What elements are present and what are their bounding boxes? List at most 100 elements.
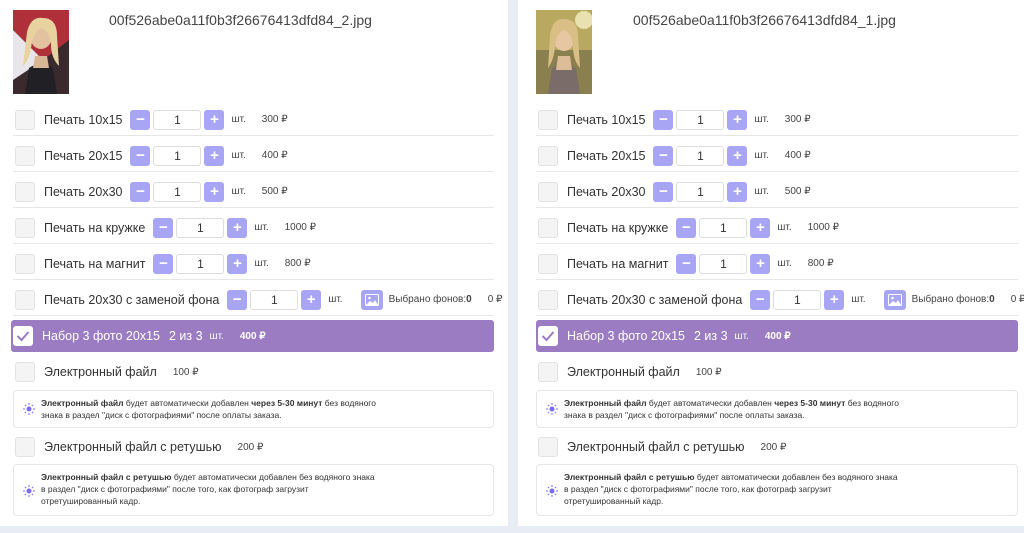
increment-button[interactable]: + bbox=[204, 109, 225, 130]
option-checkbox[interactable] bbox=[15, 145, 35, 166]
image-icon[interactable] bbox=[883, 289, 906, 310]
photo-card-2: 00f526abe0a11f0b3f26676413dfd84_1.jpg Пе… bbox=[518, 0, 1024, 526]
background-count-label: Выбрано фонов:0 bbox=[388, 294, 472, 305]
option-print-20x15[interactable]: Печать 20x15 − 1 + шт. 400 ₽ bbox=[536, 140, 1018, 172]
option-print-20x30[interactable]: Печать 20x30 − 1 + шт. 500 ₽ bbox=[536, 176, 1018, 208]
price: 800 ₽ bbox=[807, 258, 834, 269]
decrement-button[interactable]: − bbox=[153, 217, 174, 238]
photo-thumbnail[interactable] bbox=[13, 10, 69, 94]
option-electronic-file-retouch[interactable]: Электронный файл с ретушью 200 ₽ bbox=[13, 431, 494, 463]
increment-button[interactable]: + bbox=[204, 145, 225, 166]
quantity-field[interactable]: 1 bbox=[676, 145, 725, 166]
option-photo-set[interactable]: Набор 3 фото 20x15 2 из 3 шт. 400 ₽ bbox=[536, 320, 1018, 352]
decrement-button[interactable]: − bbox=[750, 289, 771, 310]
option-checkbox[interactable] bbox=[538, 109, 558, 130]
unit-label: шт. bbox=[734, 330, 749, 342]
quantity-field[interactable]: 1 bbox=[153, 145, 202, 166]
increment-button[interactable]: + bbox=[824, 289, 845, 310]
quantity-field[interactable]: 1 bbox=[699, 217, 748, 238]
quantity-field[interactable]: 1 bbox=[676, 181, 725, 202]
background-picker[interactable]: Выбрано фонов:0 bbox=[360, 289, 472, 310]
option-print-20x15[interactable]: Печать 20x15 − 1 + шт. 400 ₽ bbox=[13, 140, 494, 172]
card-header: 00f526abe0a11f0b3f26676413dfd84_1.jpg bbox=[518, 0, 1024, 102]
option-checkbox[interactable] bbox=[15, 362, 35, 382]
decrement-button[interactable]: − bbox=[653, 145, 674, 166]
option-print-20x30-background[interactable]: Печать 20x30 с заменой фона − 1 + шт. Вы… bbox=[536, 284, 1024, 316]
decrement-button[interactable]: − bbox=[130, 109, 151, 130]
check-icon bbox=[541, 331, 555, 342]
option-checkbox[interactable] bbox=[15, 181, 35, 202]
unit-label: шт. bbox=[851, 294, 866, 305]
option-print-magnet[interactable]: Печать на магнит − 1 + шт. 800 ₽ bbox=[13, 248, 494, 280]
increment-button[interactable]: + bbox=[227, 217, 248, 238]
option-checkbox[interactable] bbox=[538, 289, 558, 310]
quantity-field[interactable]: 1 bbox=[153, 109, 202, 130]
option-checkbox[interactable] bbox=[538, 181, 558, 202]
option-checkbox[interactable] bbox=[15, 109, 35, 130]
option-print-10x15[interactable]: Печать 10x15 − 1 + шт. 300 ₽ bbox=[13, 104, 494, 136]
increment-button[interactable]: + bbox=[227, 253, 248, 274]
image-icon[interactable] bbox=[360, 289, 383, 310]
option-checkbox-checked[interactable] bbox=[13, 326, 33, 346]
electronic-file-info: Электронный файл будет автоматически доб… bbox=[13, 390, 494, 428]
photo-thumbnail[interactable] bbox=[536, 10, 592, 94]
quantity-field[interactable]: 1 bbox=[250, 289, 299, 310]
unit-label: шт. bbox=[777, 258, 792, 269]
quantity-field[interactable]: 1 bbox=[773, 289, 822, 310]
option-print-mug[interactable]: Печать на кружке − 1 + шт. 1000 ₽ bbox=[13, 212, 494, 244]
decrement-button[interactable]: − bbox=[153, 253, 174, 274]
option-photo-set[interactable]: Набор 3 фото 20x15 2 из 3 шт. 400 ₽ bbox=[11, 320, 494, 352]
decrement-button[interactable]: − bbox=[676, 217, 697, 238]
file-name: 00f526abe0a11f0b3f26676413dfd84_2.jpg bbox=[109, 12, 372, 28]
option-checkbox-checked[interactable] bbox=[538, 326, 558, 346]
increment-button[interactable]: + bbox=[750, 217, 771, 238]
unit-label: шт. bbox=[231, 186, 246, 197]
option-label: Электронный файл bbox=[44, 365, 157, 379]
background-picker[interactable]: Выбрано фонов:0 bbox=[883, 289, 995, 310]
decrement-button[interactable]: − bbox=[653, 109, 674, 130]
unit-label: шт. bbox=[777, 222, 792, 233]
option-electronic-file[interactable]: Электронный файл 100 ₽ bbox=[13, 356, 494, 388]
quantity-stepper: − 1 + bbox=[130, 181, 225, 202]
option-checkbox[interactable] bbox=[15, 217, 35, 238]
increment-button[interactable]: + bbox=[727, 109, 748, 130]
option-print-magnet[interactable]: Печать на магнит − 1 + шт. 800 ₽ bbox=[536, 248, 1018, 280]
price: 1000 ₽ bbox=[284, 222, 317, 233]
quantity-stepper: − 1 + bbox=[130, 145, 225, 166]
option-checkbox[interactable] bbox=[538, 217, 558, 238]
option-electronic-file[interactable]: Электронный файл 100 ₽ bbox=[536, 356, 1018, 388]
option-print-20x30[interactable]: Печать 20x30 − 1 + шт. 500 ₽ bbox=[13, 176, 494, 208]
photo-card-1: 00f526abe0a11f0b3f26676413dfd84_2.jpg Пе… bbox=[0, 0, 508, 526]
option-electronic-file-retouch[interactable]: Электронный файл с ретушью 200 ₽ bbox=[536, 431, 1018, 463]
option-checkbox[interactable] bbox=[538, 362, 558, 382]
option-print-20x30-background[interactable]: Печать 20x30 с заменой фона − 1 + шт. Вы… bbox=[13, 284, 502, 316]
increment-button[interactable]: + bbox=[204, 181, 225, 202]
decrement-button[interactable]: − bbox=[130, 145, 151, 166]
decrement-button[interactable]: − bbox=[653, 181, 674, 202]
quantity-field[interactable]: 1 bbox=[676, 109, 725, 130]
option-checkbox[interactable] bbox=[15, 253, 35, 274]
option-checkbox[interactable] bbox=[538, 145, 558, 166]
increment-button[interactable]: + bbox=[727, 181, 748, 202]
increment-button[interactable]: + bbox=[750, 253, 771, 274]
option-print-mug[interactable]: Печать на кружке − 1 + шт. 1000 ₽ bbox=[536, 212, 1018, 244]
increment-button[interactable]: + bbox=[301, 289, 322, 310]
option-checkbox[interactable] bbox=[538, 253, 558, 274]
decrement-button[interactable]: − bbox=[676, 253, 697, 274]
option-print-10x15[interactable]: Печать 10x15 − 1 + шт. 300 ₽ bbox=[536, 104, 1018, 136]
quantity-field[interactable]: 1 bbox=[153, 181, 202, 202]
decrement-button[interactable]: − bbox=[227, 289, 248, 310]
sun-icon bbox=[23, 403, 35, 415]
unit-label: шт. bbox=[231, 150, 246, 161]
quantity-field[interactable]: 1 bbox=[176, 253, 225, 274]
quantity-field[interactable]: 1 bbox=[176, 217, 225, 238]
increment-button[interactable]: + bbox=[727, 145, 748, 166]
option-checkbox[interactable] bbox=[15, 437, 35, 457]
option-checkbox[interactable] bbox=[538, 437, 558, 457]
decrement-button[interactable]: − bbox=[130, 181, 151, 202]
option-label: Электронный файл с ретушью bbox=[44, 440, 222, 454]
option-checkbox[interactable] bbox=[15, 289, 35, 310]
price: 100 ₽ bbox=[172, 366, 199, 378]
quantity-field[interactable]: 1 bbox=[699, 253, 748, 274]
price: 300 ₽ bbox=[784, 114, 811, 125]
